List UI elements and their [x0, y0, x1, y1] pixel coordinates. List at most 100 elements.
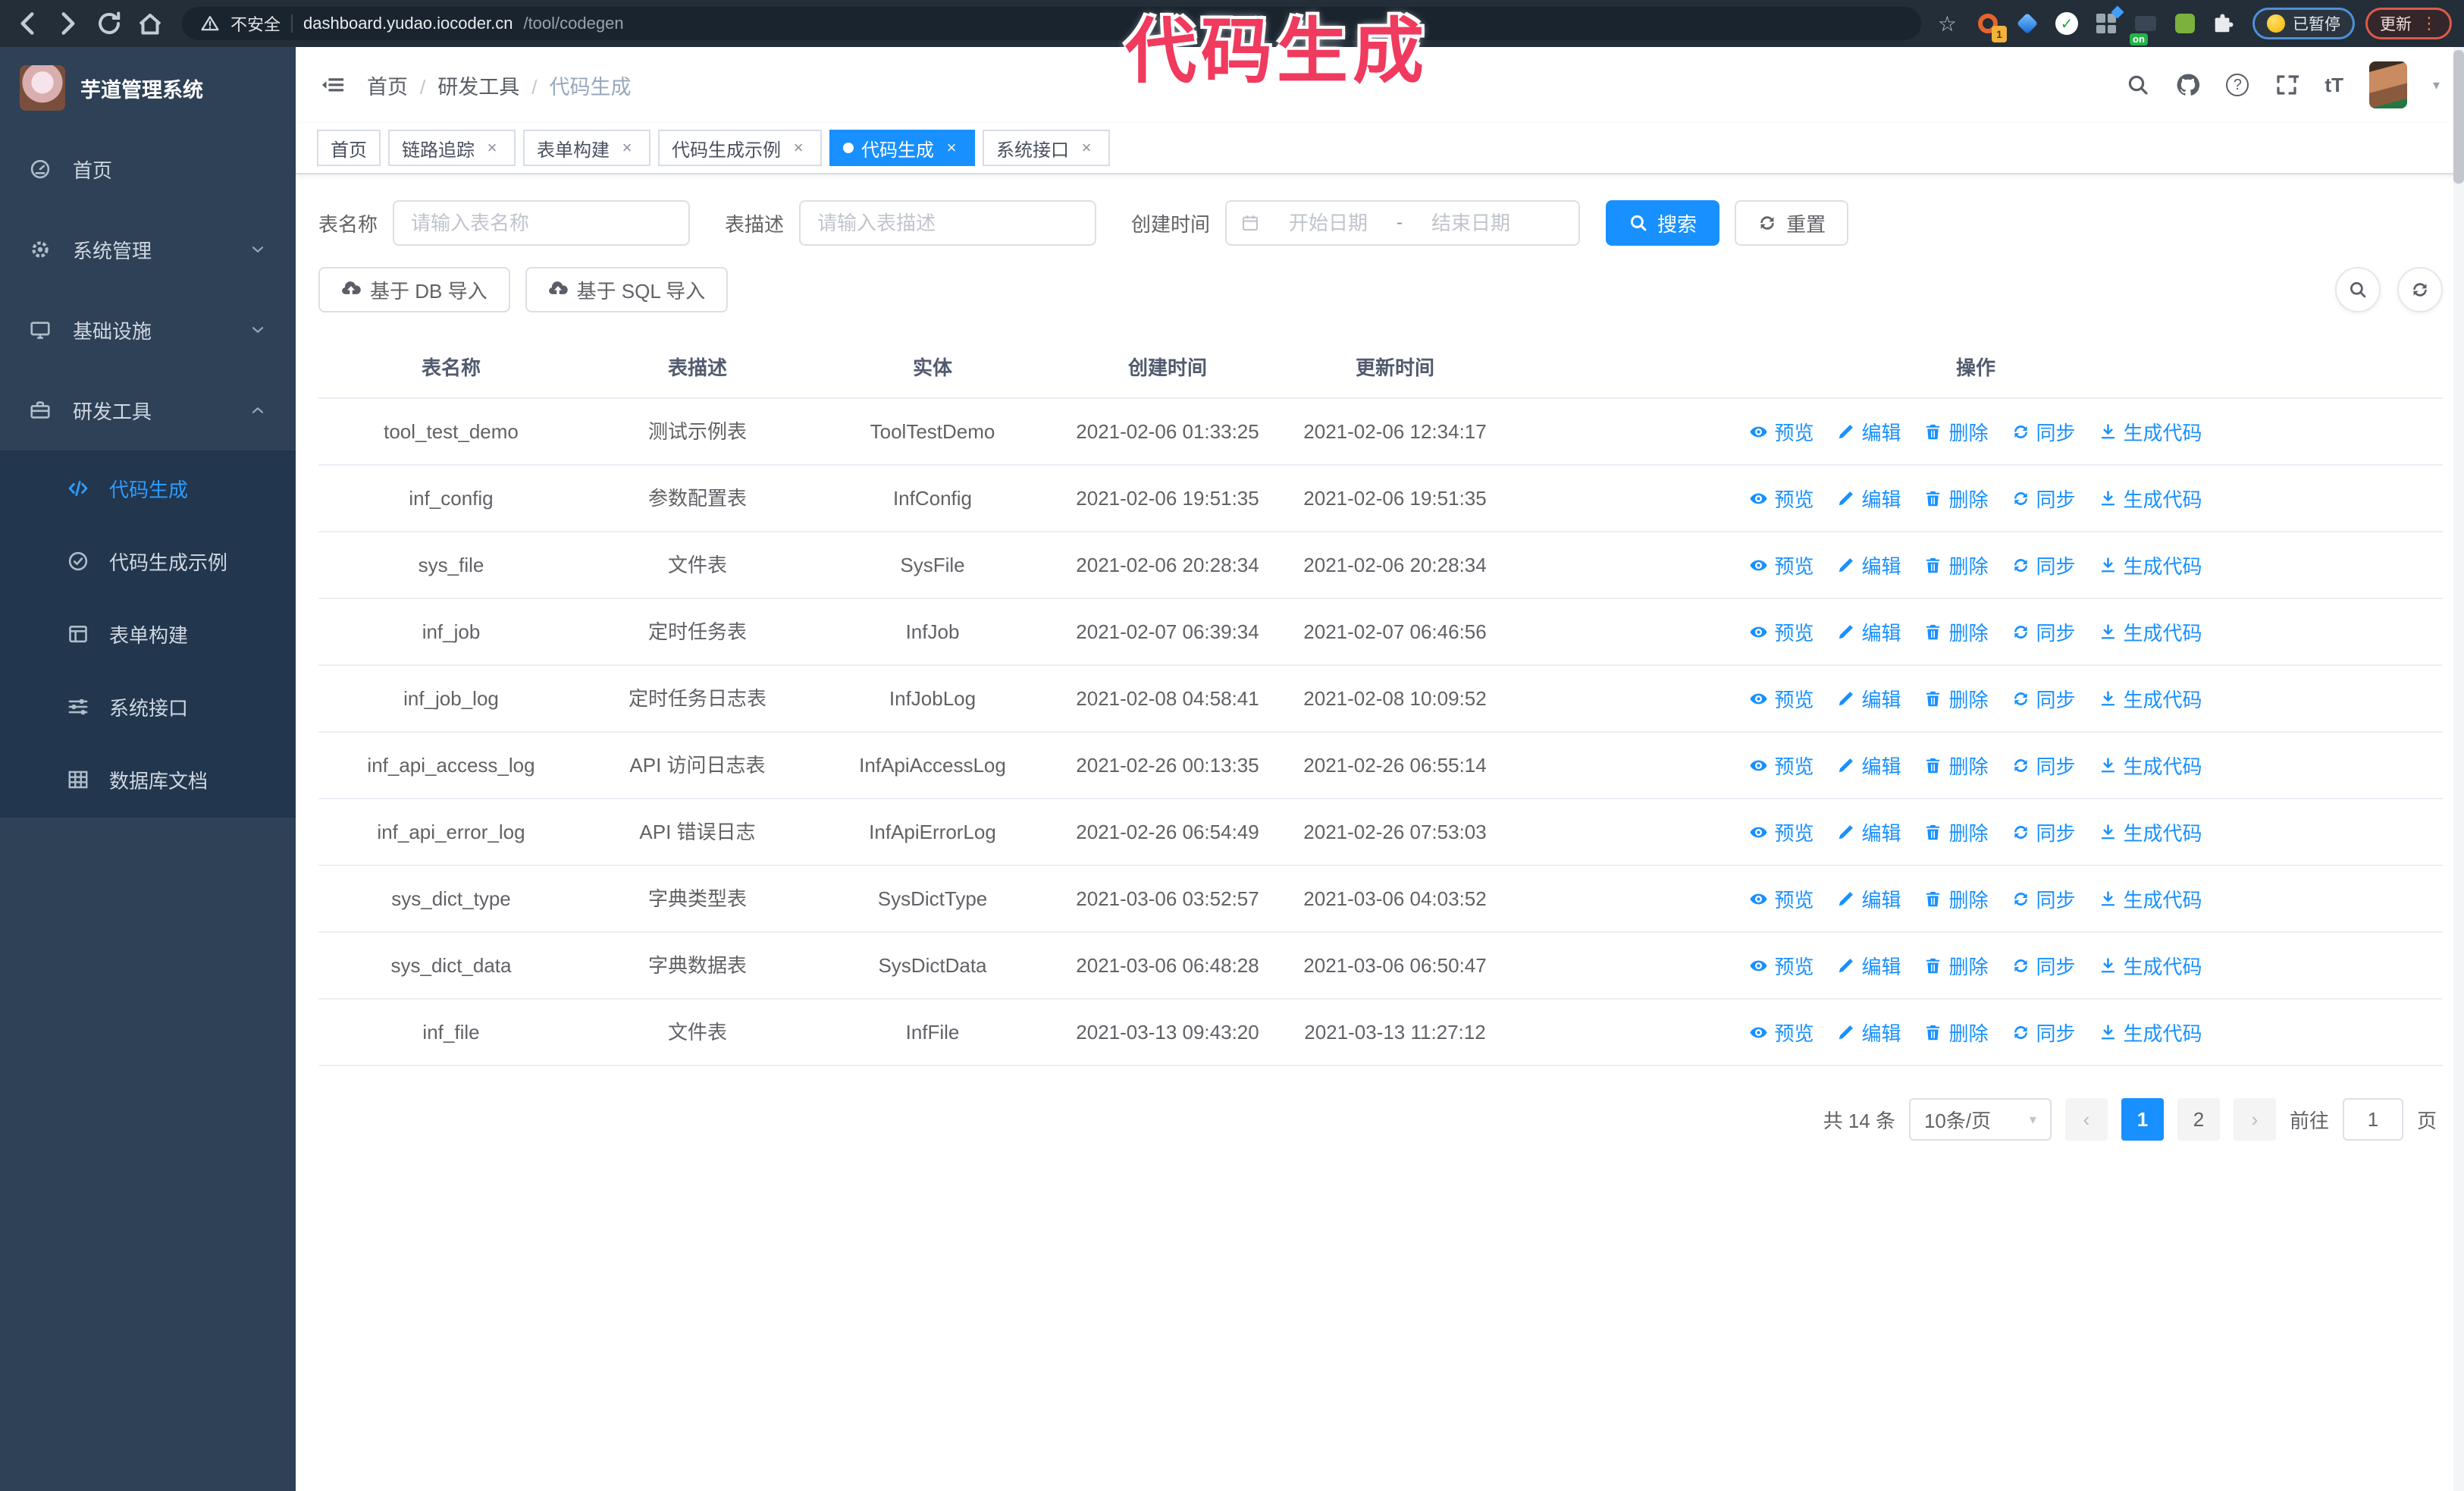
row-action-preview[interactable]: 预览: [1749, 418, 1814, 446]
row-action-preview[interactable]: 预览: [1749, 551, 1814, 579]
extensions-puzzle-icon[interactable]: [2212, 12, 2234, 35]
row-action-delete[interactable]: 删除: [1923, 551, 1989, 579]
row-action-edit[interactable]: 编辑: [1836, 418, 1901, 446]
avatar-caret-down-icon[interactable]: ▾: [2433, 77, 2440, 93]
row-action-sync[interactable]: 同步: [2011, 551, 2076, 579]
browser-back-icon[interactable]: [12, 8, 42, 39]
tab-item[interactable]: 系统接口 ×: [983, 130, 1110, 166]
address-bar[interactable]: 不安全 dashboard.yudao.iocoder.cn/tool/code…: [182, 7, 1921, 40]
table-desc-input[interactable]: [799, 200, 1097, 246]
row-action-preview[interactable]: 预览: [1749, 685, 1814, 713]
tab-item[interactable]: 链路追踪 ×: [388, 130, 516, 166]
close-tab-icon[interactable]: ×: [942, 138, 961, 158]
check-extension-icon[interactable]: ✓: [2054, 11, 2080, 36]
row-action-preview[interactable]: 预览: [1749, 752, 1814, 780]
row-action-generate-code[interactable]: 生成代码: [2099, 685, 2202, 713]
row-action-edit[interactable]: 编辑: [1836, 1019, 1901, 1047]
close-tab-icon[interactable]: ×: [788, 138, 808, 158]
hamburger-fold-icon[interactable]: [320, 73, 346, 97]
row-action-delete[interactable]: 删除: [1923, 885, 1989, 913]
profile-paused-chip[interactable]: 已暂停: [2252, 8, 2355, 39]
row-action-delete[interactable]: 删除: [1923, 952, 1989, 980]
breadcrumb-item[interactable]: 研发工具: [437, 76, 519, 99]
row-action-edit[interactable]: 编辑: [1836, 885, 1901, 913]
row-action-delete[interactable]: 删除: [1923, 485, 1989, 513]
row-action-sync[interactable]: 同步: [2011, 1019, 2076, 1047]
row-action-preview[interactable]: 预览: [1749, 885, 1814, 913]
row-action-delete[interactable]: 删除: [1923, 685, 1989, 713]
help-question-icon[interactable]: ?: [2226, 74, 2249, 96]
browser-forward-icon[interactable]: [53, 8, 83, 39]
close-tab-icon[interactable]: ×: [617, 138, 637, 158]
row-action-preview[interactable]: 预览: [1749, 818, 1814, 846]
close-tab-icon[interactable]: ×: [482, 138, 502, 158]
github-icon[interactable]: [2176, 73, 2200, 97]
browser-update-button[interactable]: 更新 ⋮: [2365, 8, 2452, 39]
tab-item[interactable]: 表单构建 ×: [523, 130, 650, 166]
row-action-edit[interactable]: 编辑: [1836, 952, 1901, 980]
row-action-edit[interactable]: 编辑: [1836, 551, 1901, 579]
row-action-preview[interactable]: 预览: [1749, 952, 1814, 980]
row-action-preview[interactable]: 预览: [1749, 1019, 1814, 1047]
row-action-delete[interactable]: 删除: [1923, 418, 1989, 446]
row-action-edit[interactable]: 编辑: [1836, 485, 1901, 513]
table-name-input[interactable]: [393, 200, 691, 246]
row-action-edit[interactable]: 编辑: [1836, 752, 1901, 780]
row-action-generate-code[interactable]: 生成代码: [2099, 1019, 2202, 1047]
sidebar-subitem[interactable]: 系统接口: [0, 670, 296, 743]
sidebar-item[interactable]: 系统管理: [0, 209, 296, 290]
sidebar-item[interactable]: 首页: [0, 129, 296, 209]
end-date-input[interactable]: [1409, 211, 1534, 235]
refresh-table-button[interactable]: [2397, 267, 2443, 312]
grid-extension-icon[interactable]: [2093, 5, 2124, 36]
browser-home-icon[interactable]: [135, 8, 165, 39]
tab-item[interactable]: 首页: [317, 130, 381, 166]
sidebar-subitem[interactable]: 数据库文档: [0, 743, 296, 816]
close-tab-icon[interactable]: ×: [1077, 138, 1096, 158]
tab-item[interactable]: 代码生成 ×: [829, 130, 975, 166]
security-label[interactable]: 不安全: [230, 11, 281, 36]
search-icon[interactable]: [2126, 73, 2150, 97]
row-action-delete[interactable]: 删除: [1923, 1019, 1989, 1047]
scrollbar-thumb[interactable]: [2453, 50, 2464, 184]
browser-reload-icon[interactable]: [94, 8, 124, 39]
import-db-button[interactable]: 基于 DB 导入: [318, 267, 510, 312]
sidebar-subitem[interactable]: 代码生成: [0, 452, 296, 525]
start-date-input[interactable]: [1266, 211, 1391, 235]
switch-extension-icon[interactable]: on: [2130, 11, 2158, 46]
row-action-delete[interactable]: 删除: [1923, 818, 1989, 846]
reset-button[interactable]: 重置: [1735, 200, 1849, 246]
user-avatar[interactable]: [2368, 61, 2407, 108]
page-button-2[interactable]: 2: [2177, 1098, 2220, 1141]
toggle-search-button[interactable]: [2335, 267, 2381, 312]
row-action-sync[interactable]: 同步: [2011, 685, 2076, 713]
page-button-1[interactable]: 1: [2121, 1098, 2164, 1141]
row-action-sync[interactable]: 同步: [2011, 485, 2076, 513]
next-page-button[interactable]: ›: [2233, 1098, 2276, 1141]
kebab-menu-icon[interactable]: ⋮: [2421, 14, 2437, 33]
row-action-edit[interactable]: 编辑: [1836, 818, 1901, 846]
row-action-edit[interactable]: 编辑: [1836, 685, 1901, 713]
row-action-edit[interactable]: 编辑: [1836, 618, 1901, 646]
row-action-generate-code[interactable]: 生成代码: [2099, 618, 2202, 646]
prev-page-button[interactable]: ‹: [2064, 1098, 2108, 1141]
goto-page-input[interactable]: [2342, 1098, 2403, 1141]
bookmark-star-icon[interactable]: ☆: [1938, 11, 1957, 36]
row-action-delete[interactable]: 删除: [1923, 618, 1989, 646]
import-sql-button[interactable]: 基于 SQL 导入: [525, 267, 729, 312]
adblock-extension-icon[interactable]: 1: [1975, 11, 2007, 42]
fullscreen-icon[interactable]: [2274, 73, 2299, 97]
app-logo[interactable]: 芋道管理系统: [0, 47, 296, 129]
row-action-preview[interactable]: 预览: [1749, 485, 1814, 513]
row-action-generate-code[interactable]: 生成代码: [2099, 885, 2202, 913]
row-action-sync[interactable]: 同步: [2011, 885, 2076, 913]
row-action-generate-code[interactable]: 生成代码: [2099, 485, 2202, 513]
row-action-sync[interactable]: 同步: [2011, 818, 2076, 846]
row-action-generate-code[interactable]: 生成代码: [2099, 818, 2202, 846]
row-action-sync[interactable]: 同步: [2011, 618, 2076, 646]
gem-extension-icon[interactable]: [2014, 11, 2040, 36]
page-scrollbar[interactable]: [2453, 47, 2464, 1491]
sidebar-item[interactable]: 研发工具: [0, 370, 296, 450]
row-action-sync[interactable]: 同步: [2011, 418, 2076, 446]
tab-item[interactable]: 代码生成示例 ×: [658, 130, 822, 166]
